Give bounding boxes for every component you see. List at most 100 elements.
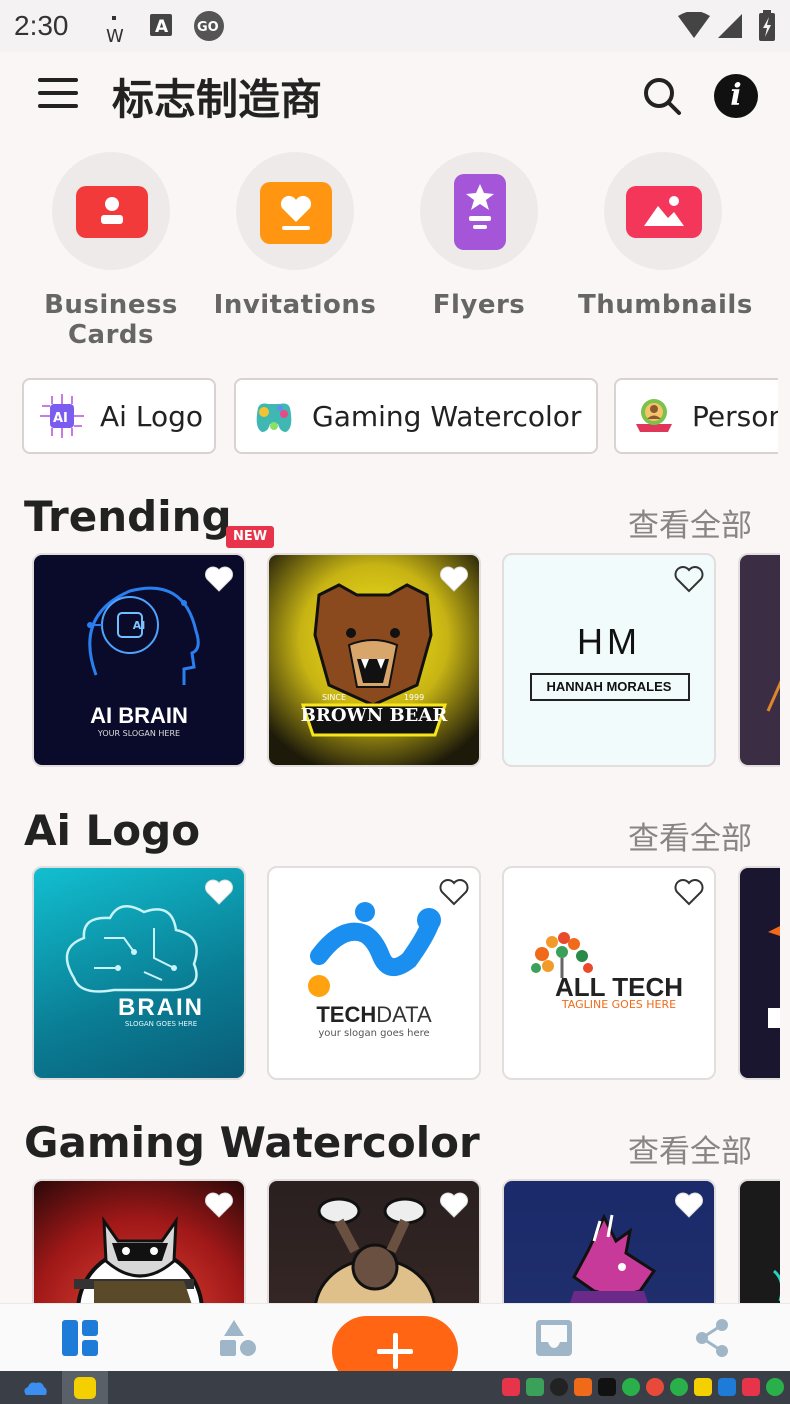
new-badge: NEW [226,526,274,548]
tray-icon[interactable] [646,1378,664,1396]
tray-icon[interactable] [694,1378,712,1396]
status-bar: 2:30 W A GO [0,0,790,52]
tray-icon[interactable] [550,1378,568,1396]
trending-row: AI AI BRAIN YOUR SLOGAN HERE SINCE 1999 … [0,553,780,769]
logo-name-part-b: DATA [376,1002,432,1027]
business-card-icon [52,152,170,270]
partial-artwork [768,926,780,1028]
favorite-heart-icon[interactable] [674,1191,704,1219]
logo-tagline: YOUR SLOGAN HERE [97,729,181,738]
active-app-slot[interactable] [62,1371,108,1404]
chip-label: Gaming Watercolor [312,399,582,433]
tray-icon[interactable] [718,1378,736,1396]
logo-card-partial[interactable] [738,553,780,767]
logo-card-partial[interactable] [738,866,780,1080]
nav-inbox-icon[interactable] [534,1318,574,1358]
info-icon[interactable]: i [714,74,758,118]
gamepad-icon [256,403,292,432]
logo-card[interactable]: TECHDATA your slogan goes here [267,866,481,1080]
see-all-gaming-watercolor[interactable]: 查看全部 [628,1126,752,1171]
category-thumbnails[interactable]: Thumbnails [578,152,752,320]
logo-name: BROWN BEAR [300,705,448,726]
logo-name: BRAIN [118,994,204,1021]
tray-icon[interactable] [766,1378,784,1396]
see-all-ai-logo[interactable]: 查看全部 [628,813,752,858]
logo-card[interactable] [267,1179,481,1303]
chip-ai-logo[interactable]: AI Ai Logo [22,378,216,454]
category-flyers[interactable]: Flyers [394,152,564,320]
see-all-trending[interactable]: 查看全部 [628,500,752,545]
notification-w-icon: W [106,16,124,44]
status-time: 2:30 [14,10,69,41]
notification-a-icon: A [150,14,172,37]
logo-tagline: SLOGAN GOES HERE [124,1020,198,1028]
logo-card[interactable]: SINCE 1999 BROWN BEAR [267,553,481,767]
nav-shapes-icon[interactable] [218,1318,258,1358]
nav-share-icon[interactable] [694,1318,730,1358]
ai-logo-row: BRAIN SLOGAN GOES HERE TECHDATA your slo… [0,866,780,1082]
favorite-heart-icon[interactable] [439,565,469,593]
favorite-heart-icon[interactable] [204,878,234,906]
section-title-ai-logo: Ai Logo [24,806,201,855]
logo-tagline: TAGLINE GOES HERE [561,998,677,1011]
logo-card[interactable] [502,1179,716,1303]
svg-text:AI: AI [53,411,68,426]
chip-label: Ai Logo [100,399,203,433]
invitation-icon [236,152,354,270]
favorite-heart-icon[interactable] [439,1191,469,1219]
category-label: Flyers [432,290,526,320]
category-label: Invitations [213,290,377,320]
chip-personal[interactable]: Personal [614,378,778,454]
cellular-signal-icon [718,14,742,38]
favorite-heart-icon[interactable] [204,1191,234,1219]
svg-text:GO: GO [197,20,219,35]
category-label: Business Cards [44,290,178,350]
logo-name: HANNAH MORALES [546,679,672,694]
menu-icon[interactable] [38,78,78,112]
ai-chip-icon: AI [40,394,84,438]
thumbnail-icon [604,152,722,270]
partial-artwork [772,1269,780,1301]
logo-card[interactable]: BRAIN SLOGAN GOES HERE [32,866,246,1080]
tray-icon[interactable] [502,1378,520,1396]
notification-go-icon: GO [194,11,224,41]
category-business-cards[interactable]: Business Cards [26,152,196,350]
partial-artwork [766,680,780,712]
cloud-app-icon[interactable] [22,1379,48,1397]
logo-tagline: your slogan goes here [318,1028,430,1039]
battery-charging-icon [759,10,775,41]
app-screen: 2:30 W A GO 标志制造商 i Business Cards Invit… [0,0,790,1404]
favorite-heart-icon[interactable] [674,878,704,906]
favorite-heart-icon[interactable] [439,878,469,906]
tray-icon[interactable] [670,1378,688,1396]
chip-row: AI Ai Logo Gaming Watercolor Personal [0,378,778,456]
system-taskbar [0,1371,790,1404]
tray-icon[interactable] [574,1378,592,1396]
ai-chip-text: AI [132,619,146,632]
logo-card-partial[interactable] [738,1179,780,1303]
logo-name: AI BRAIN [90,703,188,728]
svg-text:A: A [155,17,169,37]
logo-card[interactable]: AI AI BRAIN YOUR SLOGAN HERE [32,553,246,767]
app-shortcut-icon [74,1377,96,1399]
logo-card[interactable]: ALL TECH TAGLINE GOES HERE [502,866,716,1080]
favorite-heart-icon[interactable] [204,565,234,593]
svg-text:W: W [106,26,124,44]
category-invitations[interactable]: Invitations [210,152,380,320]
tray-icon[interactable] [622,1378,640,1396]
logo-monogram: HM [577,621,641,662]
person-badge-icon [636,399,672,432]
tray-icon[interactable] [526,1378,544,1396]
app-title: 标志制造商 [112,75,323,124]
logo-name: TECHDATA [269,1002,479,1028]
logo-card[interactable]: HM HANNAH MORALES [502,553,716,767]
tray-icon[interactable] [598,1378,616,1396]
nav-templates-icon[interactable] [60,1318,100,1358]
favorite-heart-icon[interactable] [674,565,704,593]
logo-card[interactable] [32,1179,246,1303]
chip-gaming-watercolor[interactable]: Gaming Watercolor [234,378,598,454]
logo-year: 1999 [403,693,425,702]
section-title-trending: Trending [24,492,232,541]
tray-icon[interactable] [742,1378,760,1396]
search-icon[interactable] [640,74,684,118]
